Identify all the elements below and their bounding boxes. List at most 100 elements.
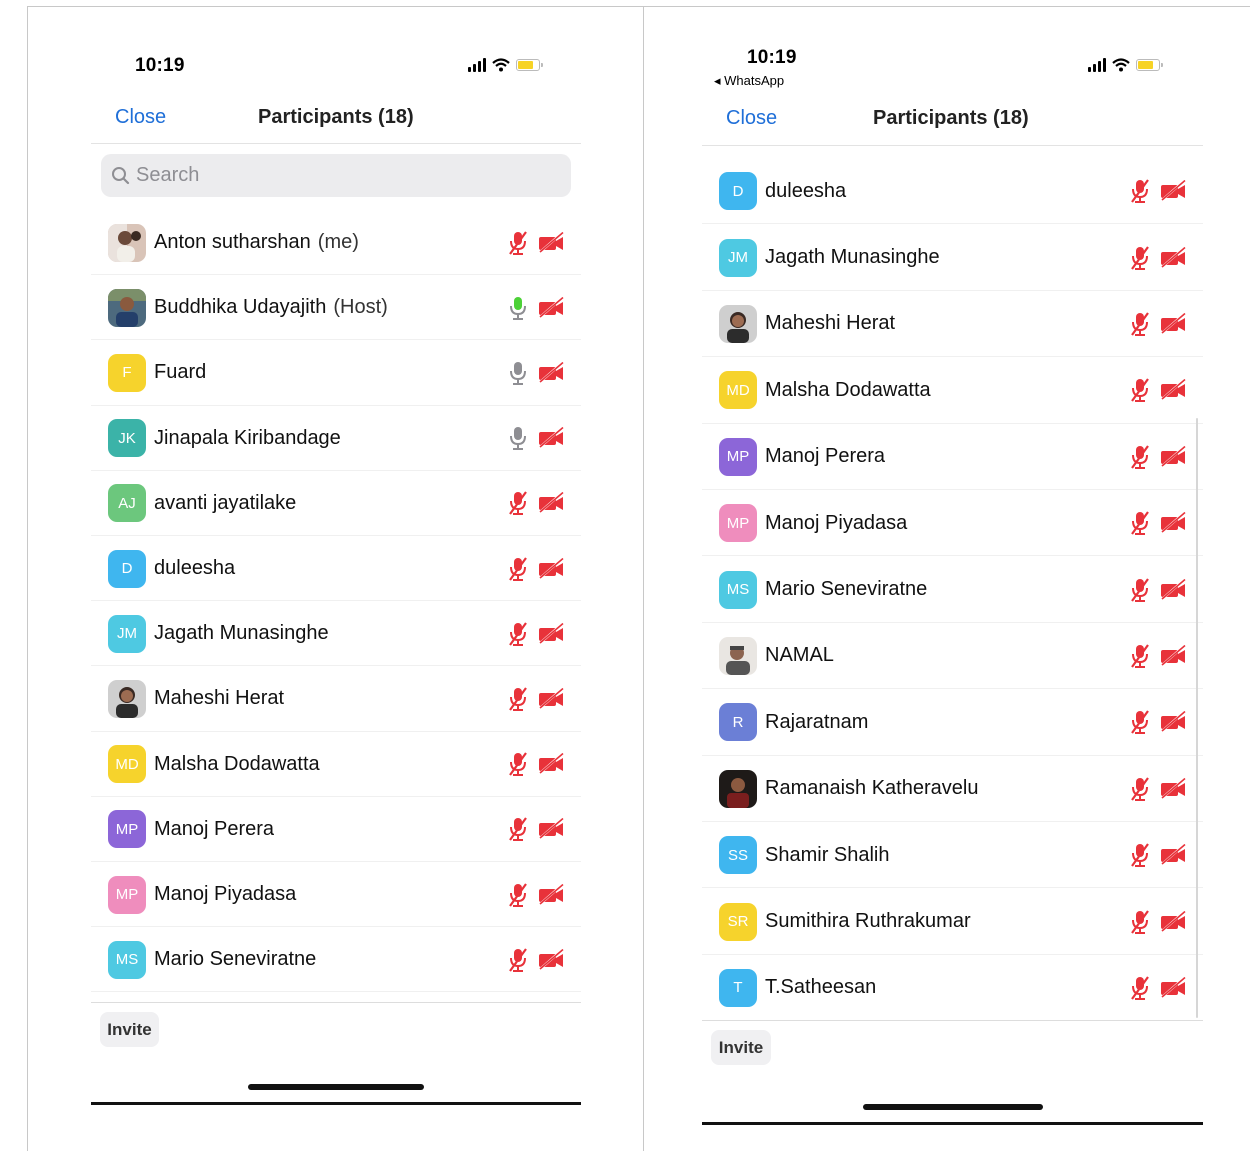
mic-muted-icon[interactable] — [507, 751, 529, 777]
participant-row[interactable]: F Fuard — [91, 340, 581, 406]
video-off-icon[interactable] — [537, 557, 565, 580]
participant-row[interactable]: MS Mario Seneviratne — [91, 927, 581, 993]
video-off-icon[interactable] — [1159, 379, 1187, 402]
mic-muted-icon[interactable] — [1129, 643, 1151, 669]
status-icons — [468, 58, 543, 72]
back-to-app-link[interactable]: ◂ WhatsApp — [714, 73, 784, 89]
row-divider — [91, 991, 581, 993]
screen-bottom-edge — [702, 1122, 1203, 1125]
avatar: JM — [719, 238, 757, 277]
scroll-indicator[interactable] — [1196, 418, 1198, 1018]
video-off-icon[interactable] — [537, 492, 565, 515]
close-button[interactable]: Close — [115, 106, 166, 129]
invite-button[interactable]: Invite — [100, 1012, 159, 1047]
participant-row[interactable]: JM Jagath Munasinghe — [702, 224, 1203, 291]
video-off-icon[interactable] — [537, 231, 565, 254]
participant-status-icons — [507, 816, 565, 842]
mic-muted-icon[interactable] — [1129, 311, 1151, 337]
video-off-icon[interactable] — [1159, 578, 1187, 601]
close-button[interactable]: Close — [726, 107, 777, 130]
participant-row[interactable]: MP Manoj Piyadasa — [702, 490, 1203, 557]
mic-icon[interactable] — [507, 295, 529, 321]
video-off-icon[interactable] — [1159, 246, 1187, 269]
video-off-icon[interactable] — [537, 296, 565, 319]
avatar: AJ — [108, 484, 146, 523]
search-field[interactable]: Search — [101, 154, 571, 197]
mic-muted-icon[interactable] — [1129, 444, 1151, 470]
invite-button[interactable]: Invite — [711, 1030, 771, 1065]
video-off-icon[interactable] — [1159, 777, 1187, 800]
mic-muted-icon[interactable] — [1129, 577, 1151, 603]
avatar — [108, 288, 146, 327]
mic-muted-icon[interactable] — [507, 490, 529, 516]
participant-status-icons — [1129, 776, 1187, 802]
video-off-icon[interactable] — [537, 361, 565, 384]
participant-row[interactable]: Dduleesha — [702, 158, 1203, 225]
participant-row[interactable]: SR Sumithira Ruthrakumar — [702, 888, 1203, 955]
video-off-icon[interactable] — [1159, 711, 1187, 734]
video-off-icon[interactable] — [537, 622, 565, 645]
participant-row[interactable]: JM Jagath Munasinghe — [91, 601, 581, 667]
video-off-icon[interactable] — [1159, 180, 1187, 203]
mic-muted-icon[interactable] — [507, 621, 529, 647]
mic-muted-icon[interactable] — [1129, 245, 1151, 271]
video-off-icon[interactable] — [1159, 976, 1187, 999]
header-divider — [702, 145, 1203, 146]
participant-row[interactable]: MP Manoj Perera — [702, 424, 1203, 490]
participant-row[interactable]: R Rajaratnam — [702, 689, 1203, 756]
frame-center-line — [643, 6, 644, 1151]
mic-muted-icon[interactable] — [1129, 709, 1151, 735]
video-off-icon[interactable] — [537, 753, 565, 776]
mic-muted-icon[interactable] — [507, 882, 529, 908]
participant-row[interactable]: Ramanaish Katheravelu — [702, 756, 1203, 822]
video-off-icon[interactable] — [1159, 910, 1187, 933]
mic-muted-icon[interactable] — [1129, 975, 1151, 1001]
mic-muted-icon[interactable] — [1129, 377, 1151, 403]
video-off-icon[interactable] — [537, 427, 565, 450]
participant-row[interactable]: NAMAL — [702, 623, 1203, 690]
participant-name: Rajaratnam — [765, 710, 869, 733]
participant-row[interactable]: MD Malsha Dodawatta — [91, 732, 581, 797]
participant-role-tag: (me) — [317, 231, 359, 254]
participant-name: Anton sutharshan — [154, 231, 311, 254]
mic-muted-icon[interactable] — [507, 556, 529, 582]
participant-row[interactable]: MD Malsha Dodawatta — [702, 357, 1203, 424]
participant-name: NAMAL — [765, 644, 834, 667]
participant-name: Mario Seneviratne — [765, 578, 928, 601]
mic-muted-icon[interactable] — [1129, 909, 1151, 935]
participant-row[interactable]: MS Mario Seneviratne — [702, 556, 1203, 623]
video-off-icon[interactable] — [1159, 445, 1187, 468]
mic-muted-icon[interactable] — [1129, 178, 1151, 204]
video-off-icon[interactable] — [537, 687, 565, 710]
video-off-icon[interactable] — [537, 818, 565, 841]
participant-name: Malsha Dodawatta — [154, 752, 320, 775]
participant-row[interactable]: Dduleesha — [91, 536, 581, 602]
video-off-icon[interactable] — [1159, 312, 1187, 335]
mic-muted-icon[interactable] — [507, 230, 529, 256]
participant-row[interactable]: MP Manoj Perera — [91, 797, 581, 862]
participant-role-tag: (Host) — [333, 296, 388, 319]
avatar: SS — [719, 836, 757, 875]
mic-muted-icon[interactable] — [507, 816, 529, 842]
mic-icon[interactable] — [507, 425, 529, 451]
mic-muted-icon[interactable] — [1129, 510, 1151, 536]
participant-row[interactable]: Maheshi Herat — [91, 666, 581, 732]
video-off-icon[interactable] — [1159, 512, 1187, 535]
participant-row[interactable]: JK Jinapala Kiribandage — [91, 406, 581, 471]
mic-muted-icon[interactable] — [1129, 776, 1151, 802]
mic-muted-icon[interactable] — [507, 686, 529, 712]
participant-row[interactable]: SS Shamir Shalih — [702, 822, 1203, 889]
video-off-icon[interactable] — [1159, 644, 1187, 667]
mic-muted-icon[interactable] — [1129, 842, 1151, 868]
video-off-icon[interactable] — [1159, 844, 1187, 867]
participant-row[interactable]: Buddhika Udayajith (Host) — [91, 275, 581, 341]
participant-row[interactable]: MP Manoj Piyadasa — [91, 862, 581, 928]
participant-row[interactable]: Anton sutharshan (me) — [91, 210, 581, 276]
video-off-icon[interactable] — [537, 883, 565, 906]
mic-muted-icon[interactable] — [507, 947, 529, 973]
video-off-icon[interactable] — [537, 948, 565, 971]
participant-row[interactable]: T T.Satheesan — [702, 955, 1203, 1022]
participant-row[interactable]: AJ avanti jayatilake — [91, 471, 581, 536]
participant-row[interactable]: Maheshi Herat — [702, 291, 1203, 358]
mic-icon[interactable] — [507, 360, 529, 386]
